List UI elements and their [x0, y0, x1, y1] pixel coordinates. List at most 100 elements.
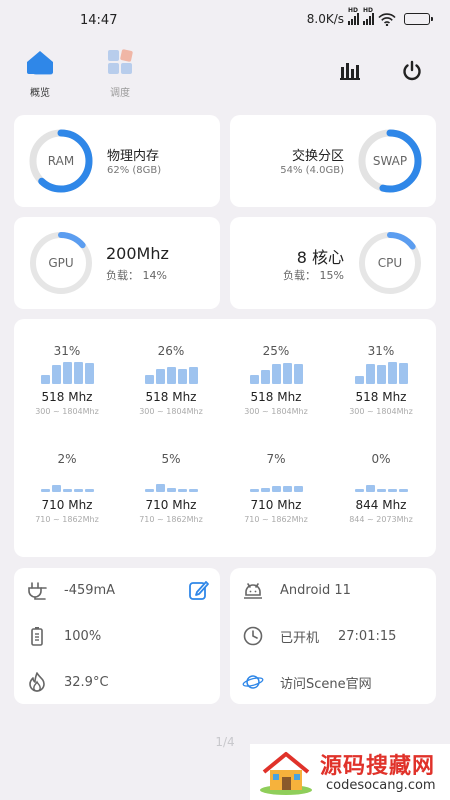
core-usage-bars — [119, 360, 223, 384]
battery-card[interactable]: -459mA 100% 32.9°C — [14, 568, 220, 704]
core-usage-bar — [40, 375, 50, 384]
clock-icon — [242, 625, 264, 647]
core-usage-bar — [398, 363, 408, 384]
power-button[interactable] — [399, 58, 425, 84]
core-usage-bar — [387, 362, 397, 384]
core-frequency-range: 844 ~ 2073Mhz — [349, 515, 413, 524]
ram-card[interactable]: RAM 物理内存 62% (8GB) — [14, 115, 220, 207]
ram-label: RAM — [47, 154, 75, 168]
core-frequency-range: 710 ~ 1862Mhz — [139, 515, 203, 524]
core-usage-bar — [293, 486, 303, 492]
core-usage-bar — [249, 375, 259, 384]
core-usage-bar — [177, 489, 187, 492]
cpu-core-6: 7% 710 Mhz 710 ~ 1862Mhz — [224, 452, 328, 524]
core-frequency-range: 300 ~ 1804Mhz — [349, 407, 413, 416]
core-frequency: 710 Mhz — [145, 498, 197, 512]
signal-1-icon: HD — [348, 7, 359, 25]
core-usage-bar — [293, 364, 303, 384]
tab-overview[interactable]: 概览 — [20, 48, 60, 99]
website-row[interactable]: 访问Scene官网 — [230, 670, 436, 694]
core-usage-bar — [62, 489, 72, 492]
core-usage-bars — [329, 360, 433, 384]
core-usage-bar — [271, 486, 281, 492]
gpu-load: 负载： 14% — [106, 269, 167, 282]
power-icon — [403, 60, 421, 81]
core-frequency-range: 300 ~ 1804Mhz — [139, 407, 203, 416]
core-usage: 25% — [262, 344, 290, 358]
cpu-cores-card[interactable]: 31% 518 Mhz 300 ~ 1804Mhz 26% 518 Mhz 300 ~ 1… — [14, 319, 436, 557]
edit-icon[interactable] — [188, 579, 210, 601]
cpu-core-count: 8 核心 — [296, 248, 344, 267]
charging-plug-icon — [26, 579, 48, 601]
watermark-title: 源码搜藏网 — [320, 754, 436, 779]
core-usage-bar — [155, 484, 165, 492]
core-frequency: 844 Mhz — [355, 498, 407, 512]
core-usage-bar — [354, 376, 364, 384]
core-frequency: 710 Mhz — [250, 498, 302, 512]
core-usage: 7% — [266, 452, 286, 466]
core-frequency-range: 300 ~ 1804Mhz — [244, 407, 308, 416]
cpu-core-5: 5% 710 Mhz 710 ~ 1862Mhz — [119, 452, 223, 524]
ram-title: 物理内存 — [107, 149, 160, 164]
core-usage: 26% — [157, 344, 185, 358]
gpu-gauge: GPU — [28, 230, 94, 296]
cpu-gauge: CPU — [357, 230, 423, 296]
gpu-card[interactable]: GPU 200Mhz 负载： 14% — [14, 217, 220, 309]
core-usage-bar — [84, 489, 94, 492]
core-usage: 31% — [367, 344, 395, 358]
cpu-card[interactable]: 8 核心 负载： 15% CPU — [230, 217, 436, 309]
core-usage-bar — [365, 364, 375, 384]
tab-schedule[interactable]: 调度 — [100, 48, 140, 99]
swap-title: 交换分区 — [291, 149, 344, 164]
house-logo-icon — [260, 752, 312, 795]
core-usage-bars — [329, 468, 433, 492]
core-frequency-range: 710 ~ 1862Mhz — [35, 515, 99, 524]
network-speed: 8.0K/s — [306, 12, 344, 26]
battery-current-row: -459mA — [14, 578, 220, 602]
system-info-card[interactable]: Android 11 已开机 27:01:15 访问Scene官网 — [230, 568, 436, 704]
cpu-load: 负载： 15% — [283, 269, 344, 282]
watermark: 源码搜藏网 codesocang.com — [250, 744, 450, 800]
swap-detail: 54% (4.0GB) — [280, 165, 344, 176]
swap-card[interactable]: 交换分区 54% (4.0GB) SWAP — [230, 115, 436, 207]
core-usage-bars — [15, 360, 119, 384]
battery-icon — [404, 13, 433, 25]
core-usage-bar — [188, 489, 198, 492]
core-usage-bar — [62, 362, 72, 384]
cpu-core-0: 31% 518 Mhz 300 ~ 1804Mhz — [15, 344, 119, 416]
cpu-label: CPU — [377, 256, 403, 270]
planet-icon — [242, 671, 264, 693]
core-usage-bars — [224, 360, 328, 384]
core-usage-bar — [398, 489, 408, 492]
core-usage-bar — [177, 369, 187, 384]
battery-level: 100% — [64, 628, 102, 644]
status-bar: 14:47 8.0K/s HD HD — [0, 0, 450, 42]
cpu-core-2: 25% 518 Mhz 300 ~ 1804Mhz — [224, 344, 328, 416]
uptime-label: 已开机 — [280, 630, 320, 646]
core-usage-bars — [15, 468, 119, 492]
core-usage-bar — [376, 365, 386, 384]
core-frequency: 518 Mhz — [41, 390, 93, 404]
core-usage: 0% — [371, 452, 391, 466]
core-usage-bar — [155, 369, 165, 384]
cpu-core-4: 2% 710 Mhz 710 ~ 1862Mhz — [15, 452, 119, 524]
swap-gauge: SWAP — [357, 128, 423, 194]
uptime-value: 27:01:15 — [338, 628, 397, 644]
hd-badge-2: HD — [363, 7, 374, 14]
grid-apps-icon — [108, 49, 133, 74]
core-usage: 2% — [57, 452, 77, 466]
charts-button[interactable] — [337, 58, 363, 84]
gpu-frequency: 200Mhz — [106, 244, 169, 263]
core-frequency: 518 Mhz — [355, 390, 407, 404]
website-link[interactable]: 访问Scene官网 — [280, 673, 372, 692]
battery-level-row: 100% — [14, 624, 220, 648]
core-usage-bar — [166, 488, 176, 492]
core-usage-bars — [119, 468, 223, 492]
wifi-icon — [378, 12, 396, 26]
core-usage-bar — [260, 370, 270, 384]
core-usage-bar — [249, 489, 259, 492]
core-usage-bar — [84, 363, 94, 384]
core-usage-bar — [188, 367, 198, 384]
tab-overview-label: 概览 — [30, 88, 50, 99]
core-usage-bar — [282, 486, 292, 492]
